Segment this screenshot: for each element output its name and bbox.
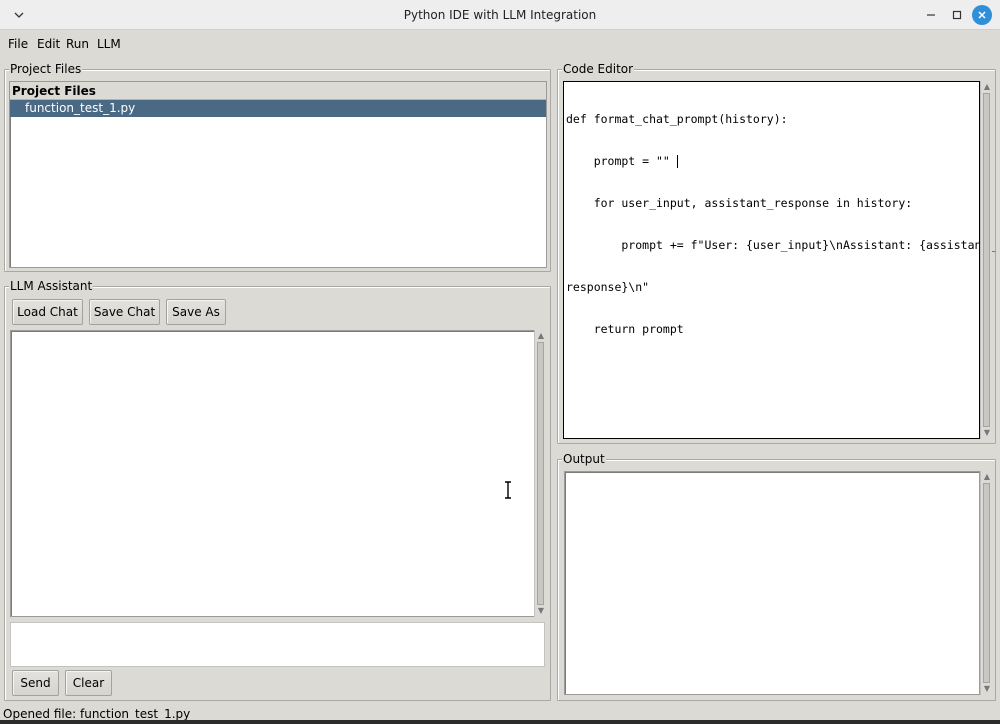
menu-file[interactable]: File [8, 37, 28, 51]
menu-llm[interactable]: LLM [97, 37, 121, 51]
save-as-button[interactable]: Save As [166, 299, 226, 325]
menu-bar: File Edit Run LLM [0, 30, 1000, 58]
scroll-up-icon[interactable]: ▲ [536, 331, 546, 341]
text-cursor-icon [503, 481, 513, 502]
code-line: for user_input, assistant_response in hi… [566, 196, 913, 210]
code-line: response}\n" [566, 280, 650, 294]
project-files-tree[interactable]: Project Files function_test_1.py [9, 81, 547, 268]
llm-assistant-frame-label: LLM Assistant [9, 279, 94, 293]
window-title: Python IDE with LLM Integration [403, 8, 597, 22]
status-text: Opened file: function_test_1.py [3, 707, 191, 721]
scroll-down-icon[interactable]: ▼ [982, 428, 992, 438]
maximize-icon[interactable] [946, 4, 968, 26]
tree-item-label: function_test_1.py [25, 101, 136, 115]
menu-run[interactable]: Run [66, 37, 89, 51]
code-line: prompt = "" [566, 154, 670, 168]
code-content: def format_chat_prompt(history): prompt … [566, 84, 995, 364]
menu-edit[interactable]: Edit [37, 37, 60, 51]
scroll-up-icon[interactable]: ▲ [982, 472, 992, 482]
send-button[interactable]: Send [12, 670, 59, 696]
output-frame-label: Output [562, 452, 606, 466]
chat-input[interactable] [10, 622, 545, 667]
project-files-frame-label: Project Files [9, 62, 83, 76]
clear-button[interactable]: Clear [65, 670, 112, 696]
code-editor-frame-label: Code Editor [562, 62, 635, 76]
chat-display[interactable] [10, 330, 535, 617]
scroll-thumb[interactable] [983, 483, 990, 683]
tree-header[interactable]: Project Files [10, 82, 546, 100]
code-line: return prompt [566, 322, 684, 336]
insertion-caret [677, 155, 678, 168]
taskbar-edge [0, 720, 1000, 724]
code-line: def format_chat_prompt(history): [566, 112, 788, 126]
chat-scrollbar[interactable]: ▲ ▼ [534, 330, 546, 617]
code-editor-scrollbar[interactable]: ▲ ▼ [980, 81, 992, 439]
code-line: prompt += f"User: {user_input}\nAssistan… [566, 238, 996, 252]
scroll-thumb[interactable] [537, 342, 544, 605]
scroll-down-icon[interactable]: ▼ [536, 606, 546, 616]
minimize-icon[interactable] [920, 4, 942, 26]
code-editor[interactable]: def format_chat_prompt(history): prompt … [563, 81, 995, 439]
output-display[interactable] [564, 471, 980, 695]
tree-item[interactable]: function_test_1.py [10, 100, 546, 117]
load-chat-button[interactable]: Load Chat [12, 299, 83, 325]
output-scrollbar[interactable]: ▲ ▼ [980, 471, 992, 695]
scroll-thumb[interactable] [983, 93, 990, 427]
title-bar: Python IDE with LLM Integration [0, 0, 1000, 30]
tree-header-label: Project Files [12, 84, 96, 98]
save-chat-button[interactable]: Save Chat [89, 299, 160, 325]
scroll-up-icon[interactable]: ▲ [982, 82, 992, 92]
close-icon[interactable] [972, 5, 992, 25]
scroll-down-icon[interactable]: ▼ [982, 684, 992, 694]
